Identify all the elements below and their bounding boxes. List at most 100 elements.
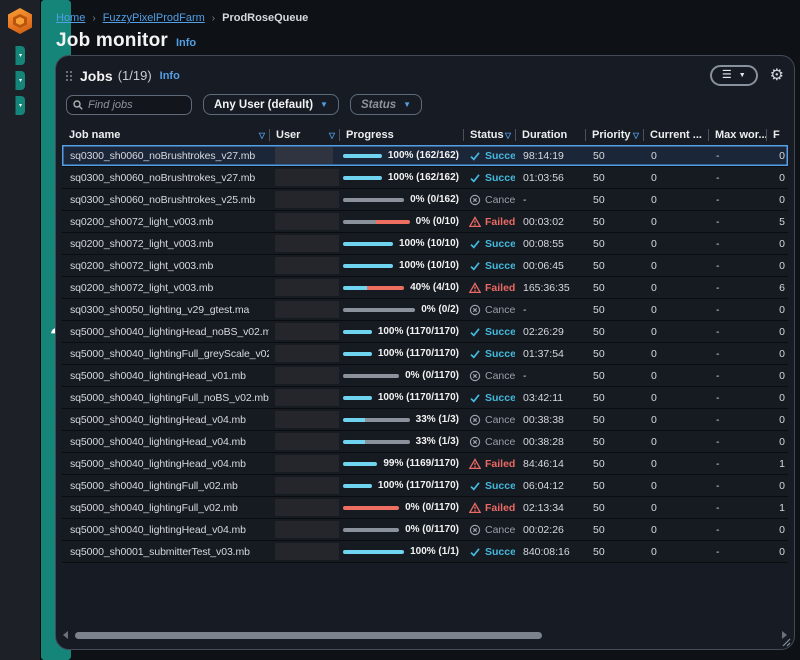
duration-cell: -	[515, 299, 585, 321]
scrollbar-thumb[interactable]	[75, 632, 542, 639]
progress-text: 33% (1/3)	[416, 431, 459, 453]
table-row[interactable]: sq5000_sh0040_lightingFull_greyScale_v02…	[62, 343, 788, 365]
failed-tasks-cell: 0	[766, 387, 788, 409]
table-row[interactable]: sq5000_sh0040_lightingHead_v04.mb99% (11…	[62, 453, 788, 475]
table-row[interactable]: sq5000_sh0040_lightingFull_noBS_v02.mb10…	[62, 387, 788, 409]
column-label: Progress	[346, 129, 394, 141]
column-label: Duration	[522, 129, 567, 141]
priority-cell: 50	[585, 255, 643, 277]
resize-handle-icon[interactable]	[780, 636, 791, 647]
failed-tasks-cell: 0	[766, 475, 788, 497]
status-label: Succeeded	[485, 321, 515, 343]
column-header-progress[interactable]: Progress	[339, 125, 463, 145]
chevron-down-icon[interactable]: ▾	[15, 71, 25, 90]
priority-cell: 50	[585, 167, 643, 189]
user-cell	[269, 277, 339, 298]
sidebar-button-budgets[interactable]	[15, 121, 25, 140]
filter-funnel-icon[interactable]: ▽	[633, 131, 639, 140]
succeeded-check-icon	[469, 348, 481, 360]
sidebar-button-monitor[interactable]: ▾	[15, 46, 25, 65]
panel-title: Jobs	[80, 68, 113, 84]
column-label: Max wor...	[715, 129, 766, 141]
status-cell: Succeeded	[463, 387, 515, 409]
table-row[interactable]: sq0200_sh0072_light_v003.mb40% (4/10)Fai…	[62, 277, 788, 299]
status-label: Failed	[485, 211, 515, 233]
sidebar-button-usage[interactable]	[15, 146, 25, 165]
page-info-link[interactable]: Info	[176, 37, 196, 49]
table-row[interactable]: sq0300_sh0060_noBrushtrokes_v27.mb100% (…	[62, 145, 788, 167]
user-cell	[269, 431, 339, 452]
column-header-priority[interactable]: Priority▽	[585, 125, 643, 145]
table-row[interactable]: sq0300_sh0060_noBrushtrokes_v25.mb0% (0/…	[62, 189, 788, 211]
duration-cell: 840:08:16	[515, 541, 585, 563]
column-header-user[interactable]: User▽	[269, 125, 339, 145]
status-label: Canceled	[485, 189, 515, 211]
failed-tasks-cell: 1	[766, 453, 788, 475]
scrollbar-track[interactable]	[71, 630, 779, 640]
table-row[interactable]: sq0300_sh0050_lighting_v29_gtest.ma0% (0…	[62, 299, 788, 321]
breadcrumb-item[interactable]: Home	[56, 12, 85, 24]
status-cell: Canceled	[463, 431, 515, 453]
current-workers-cell: 0	[643, 387, 708, 409]
gear-icon[interactable]: ⚙	[770, 68, 784, 84]
column-header-duration[interactable]: Duration	[515, 125, 585, 145]
table-row[interactable]: sq0300_sh0060_noBrushtrokes_v27.mb100% (…	[62, 167, 788, 189]
user-cell	[269, 519, 339, 540]
sidebar-button-queues[interactable]: ▾	[15, 96, 25, 115]
table-row[interactable]: sq0200_sh0072_light_v003.mb100% (10/10)S…	[62, 255, 788, 277]
current-workers-cell: 0	[643, 519, 708, 541]
table-row[interactable]: sq5000_sh0040_lightingFull_v02.mb0% (0/1…	[62, 497, 788, 519]
filter-funnel-icon[interactable]: ▽	[329, 131, 335, 140]
search-input[interactable]	[88, 99, 178, 111]
canceled-icon	[469, 524, 481, 536]
progress-cell: 100% (1170/1170)	[339, 321, 463, 343]
filter-funnel-icon[interactable]: ▽	[505, 131, 511, 140]
canceled-icon	[469, 304, 481, 316]
table-row[interactable]: sq5000_sh0040_lightingFull_v02.mb100% (1…	[62, 475, 788, 497]
column-header-f[interactable]: F	[766, 125, 788, 145]
filter-funnel-icon[interactable]: ▽	[259, 131, 265, 140]
column-header-current[interactable]: Current ...	[643, 125, 708, 145]
table-row[interactable]: sq5000_sh0040_lightingHead_v01.mb0% (0/1…	[62, 365, 788, 387]
chevron-down-icon[interactable]: ▾	[15, 96, 25, 115]
table-row[interactable]: sq5000_sh0040_lightingHead_v04.mb33% (1/…	[62, 431, 788, 453]
table-row[interactable]: sq5000_sh0040_lightingHead_noBS_v02.mb10…	[62, 321, 788, 343]
user-cell	[269, 233, 339, 254]
progress-bar	[343, 418, 410, 422]
progress-text: 40% (4/10)	[410, 277, 459, 299]
user-filter-dropdown[interactable]: Any User (default) ▼	[203, 94, 339, 115]
column-header-status[interactable]: Status▽	[463, 125, 515, 145]
progress-bar	[343, 154, 382, 158]
user-cell	[269, 387, 339, 408]
user-redacted	[275, 345, 339, 362]
table-row[interactable]: sq5000_sh0001_submitterTest_v03.mb100% (…	[62, 541, 788, 563]
max-workers-cell: -	[708, 233, 766, 255]
table-preferences-menu-button[interactable]: ☰ ▼	[710, 65, 758, 86]
deadline-cloud-logo-icon	[8, 8, 32, 34]
user-redacted	[275, 389, 339, 406]
progress-text: 100% (1/1)	[410, 541, 459, 563]
succeeded-check-icon	[469, 238, 481, 250]
table-row[interactable]: sq5000_sh0040_lightingHead_v04.mb33% (1/…	[62, 409, 788, 431]
breadcrumb: Home›FuzzyPixelProdFarm›ProdRoseQueue	[41, 0, 800, 24]
progress-cell: 100% (1/1)	[339, 541, 463, 563]
progress-text: 0% (0/1170)	[405, 497, 459, 519]
status-filter-dropdown[interactable]: Status ▼	[350, 94, 422, 115]
user-redacted	[275, 213, 339, 230]
drag-handle-icon[interactable]	[66, 71, 72, 81]
table-row[interactable]: sq0200_sh0072_light_v003.mb0% (0/10)Fail…	[62, 211, 788, 233]
progress-bar	[343, 308, 415, 312]
chevron-down-icon[interactable]: ▾	[15, 46, 25, 65]
table-row[interactable]: sq0200_sh0072_light_v003.mb100% (10/10)S…	[62, 233, 788, 255]
failed-warning-icon	[469, 502, 481, 514]
status-label: Succeeded	[485, 255, 515, 277]
jobs-info-link[interactable]: Info	[160, 70, 180, 82]
breadcrumb-item[interactable]: FuzzyPixelProdFarm	[103, 12, 205, 24]
status-cell: Succeeded	[463, 167, 515, 189]
table-row[interactable]: sq5000_sh0040_lightingHead_v04.mb0% (0/1…	[62, 519, 788, 541]
scroll-left-arrow[interactable]	[63, 631, 68, 639]
job-name: sq5000_sh0040_lightingHead_v04.mb	[62, 453, 269, 475]
column-header-job-name[interactable]: Job name▽	[62, 125, 269, 145]
column-header-max-wor[interactable]: Max wor...▽	[708, 125, 766, 145]
sidebar-button-farms[interactable]: ▾	[15, 71, 25, 90]
